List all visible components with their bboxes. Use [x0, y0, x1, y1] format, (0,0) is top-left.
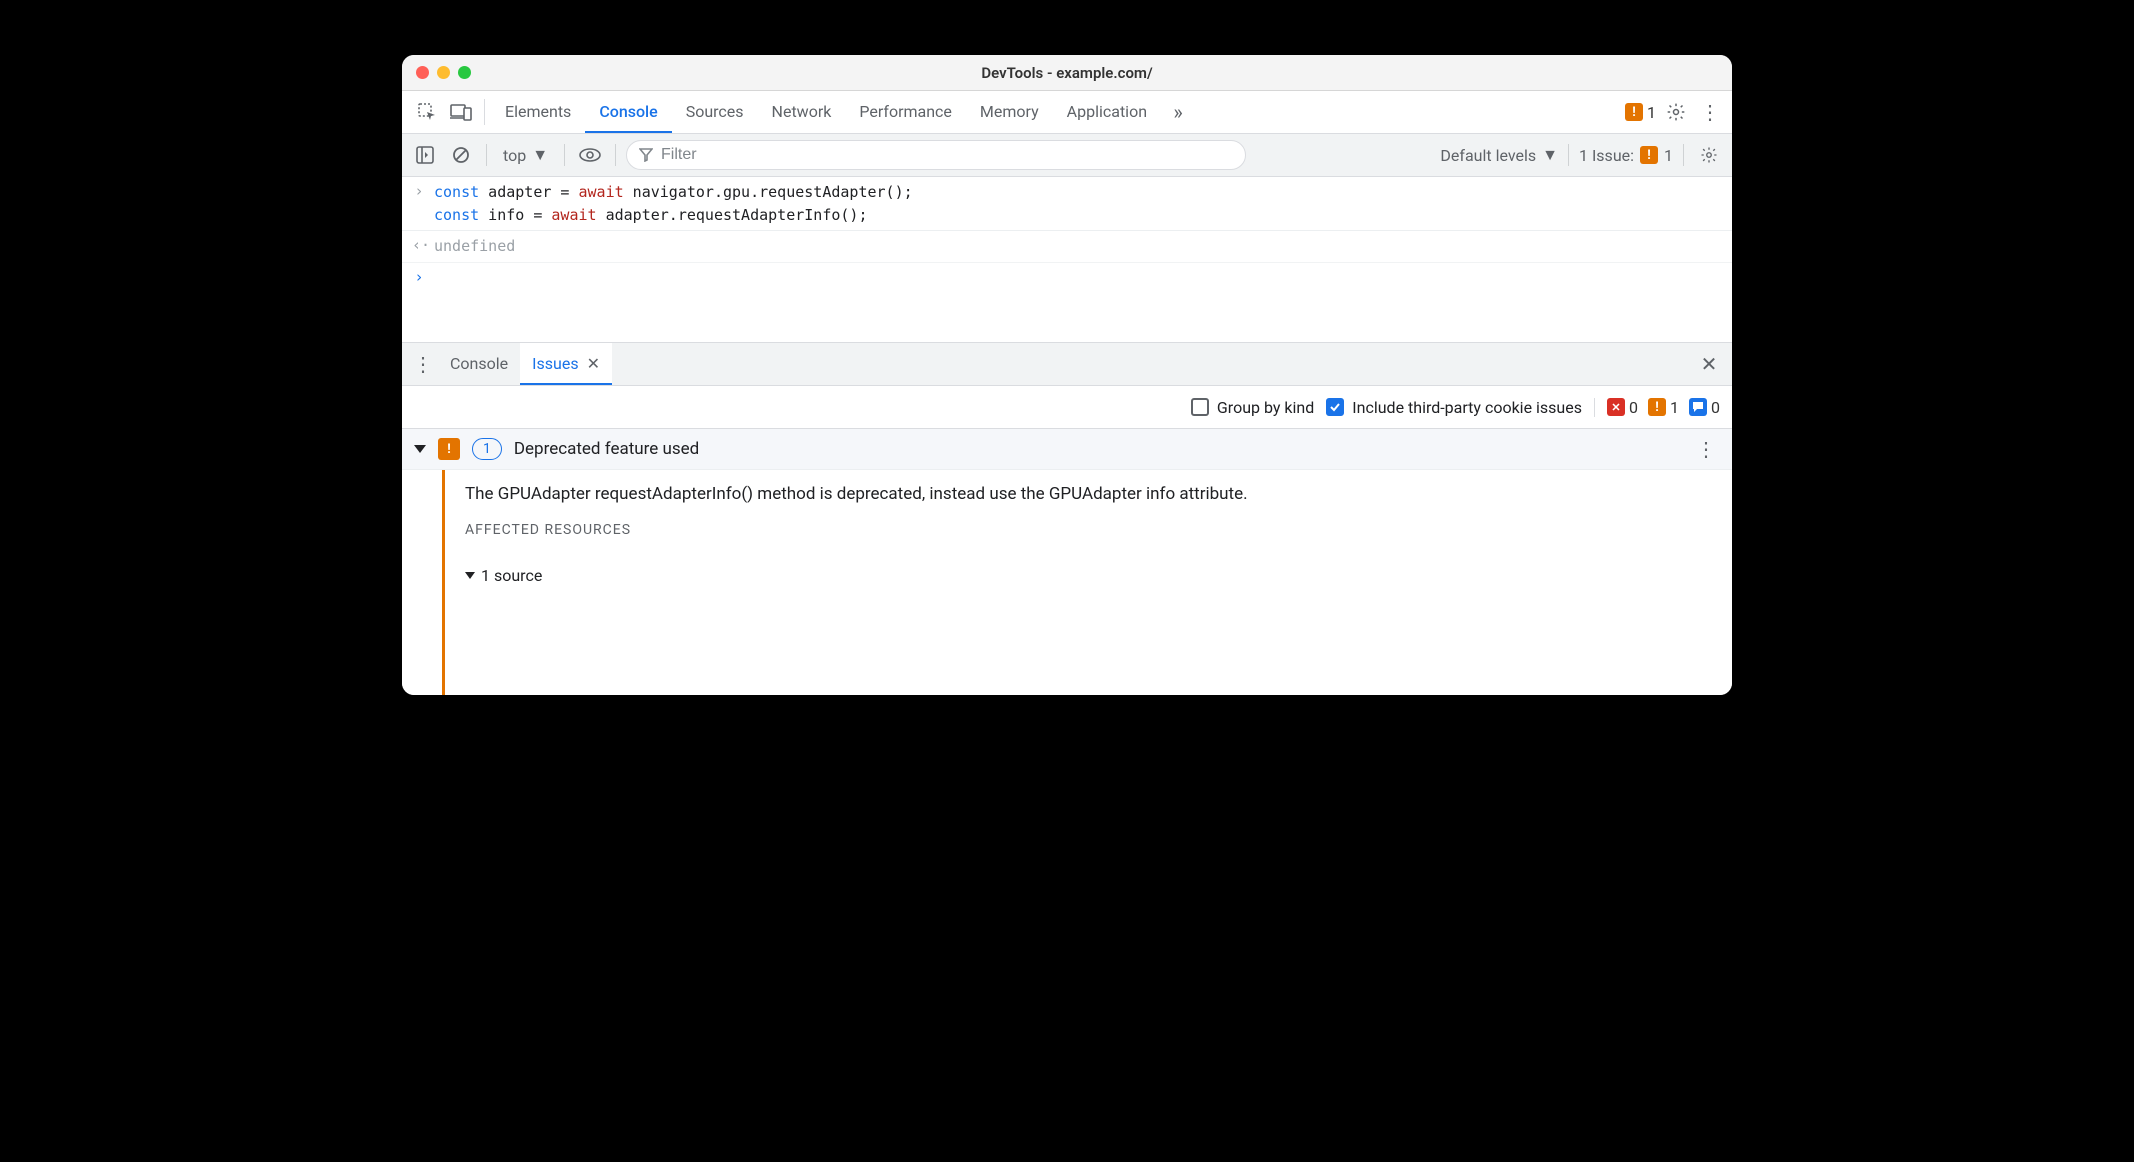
tab-memory[interactable]: Memory	[966, 91, 1053, 133]
close-drawer-icon[interactable]: ✕	[1692, 343, 1726, 385]
main-tabstrip: Elements Console Sources Network Perform…	[402, 91, 1732, 134]
drawer-tab-console-label: Console	[450, 354, 508, 373]
console-prompt[interactable]	[434, 267, 443, 290]
errors-count[interactable]: ✕ 0	[1607, 398, 1638, 417]
devtools-window: DevTools - example.com/ Elements Console…	[402, 55, 1732, 695]
include-third-party-label: Include third-party cookie issues	[1352, 398, 1582, 417]
log-levels-selector[interactable]: Default levels ▼	[1440, 145, 1558, 165]
console-settings-icon[interactable]	[1694, 140, 1724, 170]
divider	[484, 99, 485, 125]
output-chevron-icon: ‹·	[412, 235, 426, 254]
source-count: 1 source	[481, 566, 542, 585]
chevron-down-icon: ▼	[1542, 145, 1558, 165]
maximize-window-button[interactable]	[458, 66, 471, 79]
tab-console[interactable]: Console	[585, 91, 671, 133]
include-third-party-checkbox[interactable]: Include third-party cookie issues	[1326, 398, 1582, 417]
tab-application[interactable]: Application	[1053, 91, 1161, 133]
titlebar: DevTools - example.com/	[402, 55, 1732, 91]
context-label: top	[503, 146, 526, 165]
drawer-tab-console[interactable]: Console	[438, 343, 520, 385]
warnings-count[interactable]: ! 1	[1648, 398, 1679, 417]
affected-resources-label: AFFECTED RESOURCES	[465, 522, 1712, 538]
drawer-tabstrip: ⋮ Console Issues ✕ ✕	[402, 343, 1732, 386]
tab-elements[interactable]: Elements	[491, 91, 585, 133]
divider	[615, 144, 616, 166]
filter-input-wrap	[626, 140, 1246, 170]
issue-detail: The GPUAdapter requestAdapterInfo() meth…	[442, 470, 1732, 695]
issue-count-pill: 1	[472, 438, 502, 460]
tab-network[interactable]: Network	[758, 91, 846, 133]
issues-controls: Group by kind Include third-party cookie…	[402, 386, 1732, 429]
error-icon: ✕	[1607, 398, 1625, 416]
expand-triangle-icon[interactable]	[414, 445, 426, 453]
console-code: const adapter = await navigator.gpu.requ…	[434, 181, 913, 226]
minimize-window-button[interactable]	[437, 66, 450, 79]
more-tabs-icon[interactable]: »	[1161, 91, 1195, 133]
drawer-kebab-icon[interactable]: ⋮	[408, 343, 438, 385]
divider	[1568, 144, 1569, 166]
divider	[486, 144, 487, 166]
console-toolbar: top ▼ Default levels ▼ 1 Issue: ! 1	[402, 134, 1732, 177]
prompt-chevron-icon: ›	[412, 267, 426, 286]
drawer-tab-issues[interactable]: Issues ✕	[520, 343, 612, 385]
traffic-lights	[416, 66, 471, 79]
device-toolbar-icon[interactable]	[444, 91, 478, 133]
main-tabs: Elements Console Sources Network Perform…	[491, 91, 1195, 133]
toggle-sidebar-icon[interactable]	[410, 140, 440, 170]
console-output: undefined	[434, 235, 515, 258]
warning-icon: !	[438, 438, 460, 460]
live-expression-icon[interactable]	[575, 140, 605, 170]
context-selector[interactable]: top ▼	[497, 145, 554, 165]
kebab-menu-icon[interactable]: ⋮	[1696, 91, 1724, 133]
chevron-down-icon: ▼	[532, 145, 548, 165]
warning-icon: !	[1640, 146, 1658, 164]
console-output-row: ‹· undefined	[402, 231, 1732, 263]
issue-item[interactable]: ! 1 Deprecated feature used ⋮	[402, 429, 1732, 470]
levels-label: Default levels	[1440, 146, 1536, 165]
tab-performance[interactable]: Performance	[845, 91, 966, 133]
window-title: DevTools - example.com/	[402, 64, 1732, 82]
issue-message: The GPUAdapter requestAdapterInfo() meth…	[465, 484, 1712, 504]
info-count[interactable]: 0	[1689, 398, 1720, 417]
warnings-indicator[interactable]: ! 1	[1625, 91, 1656, 133]
issues-count: 1	[1664, 146, 1673, 165]
console-prompt-row[interactable]: ›	[402, 263, 1732, 294]
tab-sources[interactable]: Sources	[672, 91, 758, 133]
issue-title: Deprecated feature used	[514, 439, 1680, 459]
warning-icon: !	[1648, 398, 1666, 416]
info-icon	[1689, 398, 1707, 416]
drawer: ⋮ Console Issues ✕ ✕ Group by kind Inclu…	[402, 343, 1732, 695]
close-window-button[interactable]	[416, 66, 429, 79]
filter-input[interactable]	[661, 146, 1233, 164]
clear-console-icon[interactable]	[446, 140, 476, 170]
warning-icon: !	[1625, 103, 1643, 121]
issue-kebab-icon[interactable]: ⋮	[1692, 437, 1720, 461]
issues-link[interactable]: 1 Issue: ! 1	[1579, 146, 1673, 165]
divider	[1683, 144, 1684, 166]
console-input-row[interactable]: › const adapter = await navigator.gpu.re…	[402, 177, 1732, 231]
warnings-count: 1	[1647, 103, 1656, 122]
close-tab-icon[interactable]: ✕	[587, 354, 600, 373]
checkbox-checked-icon	[1326, 398, 1344, 416]
group-by-kind-checkbox[interactable]: Group by kind	[1191, 398, 1314, 417]
expand-triangle-icon[interactable]	[465, 572, 475, 579]
filter-icon	[639, 148, 653, 162]
drawer-tab-issues-label: Issues	[532, 354, 578, 373]
inspect-element-icon[interactable]	[410, 91, 444, 133]
checkbox-unchecked-icon	[1191, 398, 1209, 416]
divider	[564, 144, 565, 166]
issue-counts: ✕ 0 ! 1 0	[1594, 398, 1720, 417]
settings-icon[interactable]	[1656, 91, 1696, 133]
issues-label: 1 Issue:	[1579, 146, 1634, 165]
group-by-kind-label: Group by kind	[1217, 398, 1314, 417]
input-chevron-icon: ›	[412, 181, 426, 200]
console-spacer	[402, 293, 1732, 343]
console-body: › const adapter = await navigator.gpu.re…	[402, 177, 1732, 343]
source-row[interactable]: 1 source	[465, 556, 1712, 585]
